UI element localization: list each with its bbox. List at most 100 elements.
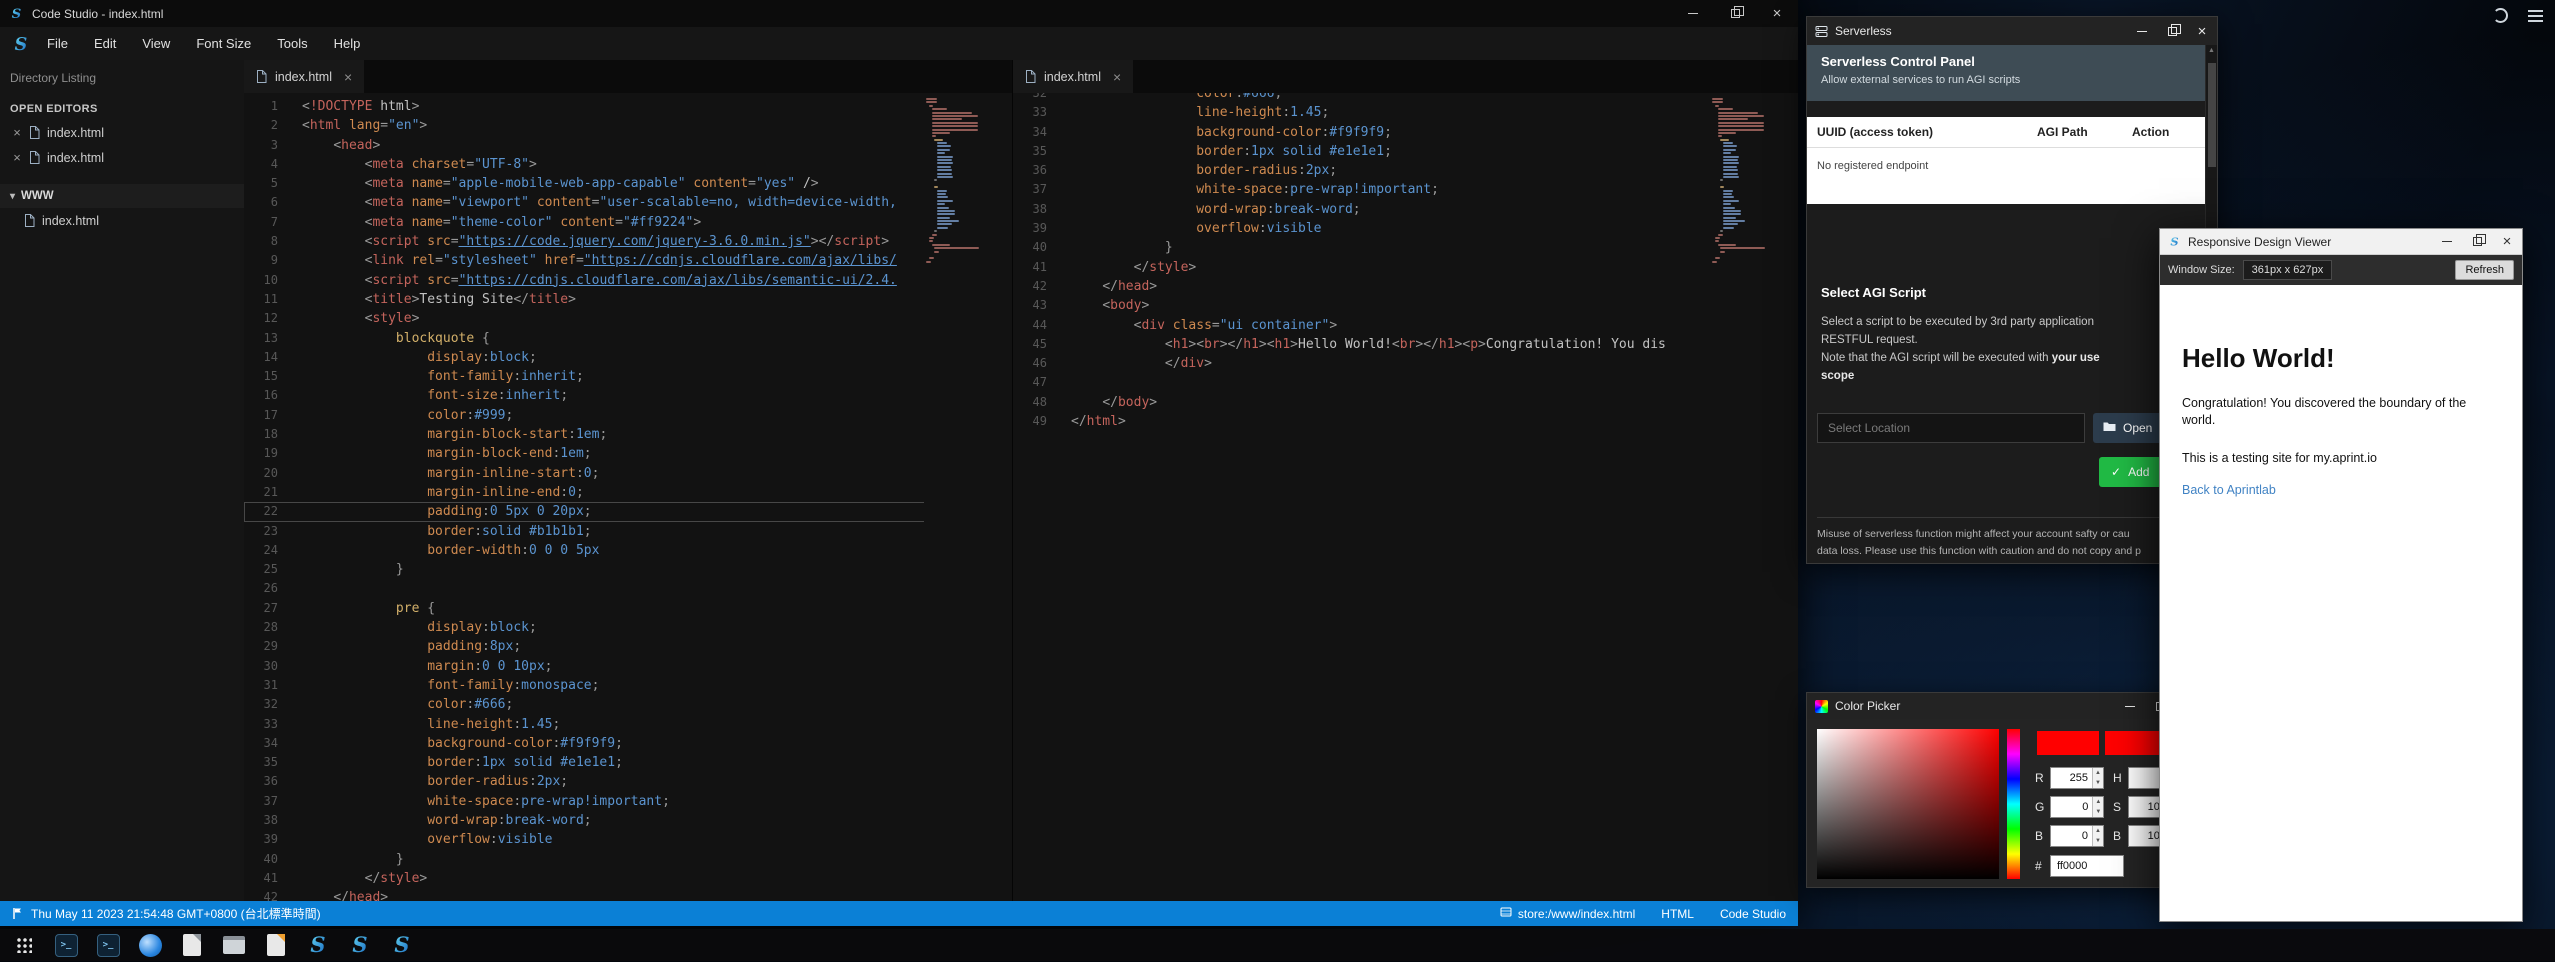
step-down-icon[interactable]: ▼ [2093, 778, 2103, 788]
line-text[interactable]: <meta name="theme-color" content="#ff922… [294, 213, 1012, 232]
line-text[interactable]: margin-inline-end:0; [294, 483, 1012, 502]
stepper[interactable]: ▲▼ [2092, 768, 2103, 788]
menu-tools[interactable]: Tools [264, 27, 320, 60]
line-text[interactable]: </html> [1063, 412, 1798, 431]
back-to-aprintlab-link[interactable]: Back to Aprintlab [2182, 483, 2276, 497]
line-text[interactable]: <title>Testing Site</title> [294, 290, 1012, 309]
line-text[interactable]: border-radius:2px; [294, 772, 1012, 791]
open-editor-item[interactable]: ×index.html [0, 120, 244, 145]
line-text[interactable]: line-height:1.45; [294, 715, 1012, 734]
line-text[interactable]: </body> [1063, 393, 1798, 412]
status-language[interactable]: HTML [1661, 907, 1694, 921]
restore-button[interactable] [2462, 229, 2492, 254]
line-text[interactable]: padding:0 5px 0 20px; [294, 502, 1012, 521]
stepper[interactable]: ▲▼ [2092, 826, 2103, 846]
line-text[interactable]: <html lang="en"> [294, 116, 1012, 135]
tab-close-icon[interactable]: × [344, 69, 352, 85]
line-text[interactable]: <!DOCTYPE html> [294, 97, 1012, 116]
scroll-up-icon[interactable]: ▲ [2206, 45, 2217, 57]
menu-file[interactable]: File [34, 27, 81, 60]
line-text[interactable]: word-wrap:break-word; [1063, 200, 1798, 219]
hue-slider[interactable] [2007, 729, 2020, 879]
step-up-icon[interactable]: ▲ [2093, 797, 2103, 807]
tab-index-html[interactable]: index.html× [244, 60, 364, 93]
open-editor-item[interactable]: ×index.html [0, 145, 244, 170]
minimize-button[interactable] [2432, 229, 2462, 254]
close-file-icon[interactable]: × [12, 125, 22, 140]
file-manager-icon[interactable] [180, 933, 204, 957]
status-flag-icon[interactable] [12, 907, 23, 920]
line-text[interactable]: <script src="https://code.jquery.com/jqu… [294, 232, 1012, 251]
close-file-icon[interactable]: × [12, 150, 22, 165]
field-input[interactable]: 0▲▼ [2050, 796, 2104, 818]
select-location-input[interactable]: Select Location [1817, 413, 2085, 443]
minimap[interactable] [924, 93, 1012, 901]
line-text[interactable]: line-height:1.45; [1063, 103, 1798, 122]
line-text[interactable]: } [294, 850, 1012, 869]
line-text[interactable]: background-color:#f9f9f9; [294, 734, 1012, 753]
step-down-icon[interactable]: ▼ [2093, 807, 2103, 817]
line-text[interactable]: padding:8px; [294, 637, 1012, 656]
tab-close-icon[interactable]: × [1113, 69, 1121, 85]
folder-www[interactable]: ▾ WWW [0, 184, 244, 208]
stepper[interactable]: ▲▼ [2092, 797, 2103, 817]
menu-edit[interactable]: Edit [81, 27, 129, 60]
terminal-1-icon[interactable]: >_ [54, 933, 78, 957]
line-text[interactable]: margin:0 0 10px; [294, 657, 1012, 676]
app-launcher-icon[interactable] [12, 933, 36, 957]
line-text[interactable]: font-size:inherit; [294, 386, 1012, 405]
terminal-2-icon[interactable]: >_ [96, 933, 120, 957]
line-text[interactable]: display:block; [294, 348, 1012, 367]
line-text[interactable]: white-space:pre-wrap!important; [1063, 180, 1798, 199]
window-size-value[interactable]: 361px x 627px [2243, 260, 2333, 280]
restore-button[interactable] [1714, 0, 1756, 27]
line-text[interactable]: blockquote { [294, 329, 1012, 348]
step-up-icon[interactable]: ▲ [2093, 826, 2103, 836]
code-studio-3-icon[interactable]: S [390, 933, 414, 957]
minimize-button[interactable] [1672, 0, 1714, 27]
line-text[interactable]: <style> [294, 309, 1012, 328]
line-text[interactable]: display:block; [294, 618, 1012, 637]
notes-app-icon[interactable] [264, 933, 288, 957]
line-text[interactable]: color:#999; [294, 406, 1012, 425]
close-button[interactable]: × [1756, 0, 1798, 27]
line-text[interactable]: <body> [1063, 296, 1798, 315]
line-text[interactable]: border:1px solid #e1e1e1; [294, 753, 1012, 772]
code-studio-1-icon[interactable]: S [306, 933, 330, 957]
line-text[interactable]: margin-block-start:1em; [294, 425, 1012, 444]
minimize-button[interactable] [2127, 17, 2157, 45]
menu-icon[interactable] [2528, 10, 2543, 22]
line-text[interactable]: <h1><br></h1><h1>Hello World!<br></h1><p… [1063, 335, 1798, 354]
line-text[interactable] [1063, 373, 1798, 392]
restore-button[interactable] [2157, 17, 2187, 45]
saturation-value-area[interactable] [1817, 729, 1999, 879]
line-text[interactable]: color:#666; [1063, 93, 1798, 103]
step-down-icon[interactable]: ▼ [2093, 836, 2103, 846]
line-text[interactable]: border-radius:2px; [1063, 161, 1798, 180]
line-text[interactable]: <meta name="apple-mobile-web-app-capable… [294, 174, 1012, 193]
line-text[interactable]: word-wrap:break-word; [294, 811, 1012, 830]
line-text[interactable]: border:solid #b1b1b1; [294, 522, 1012, 541]
tree-file-item[interactable]: index.html [0, 208, 244, 233]
line-text[interactable]: overflow:visible [1063, 219, 1798, 238]
line-text[interactable]: <head> [294, 136, 1012, 155]
line-text[interactable]: margin-block-end:1em; [294, 444, 1012, 463]
line-text[interactable]: <meta charset="UTF-8"> [294, 155, 1012, 174]
line-text[interactable]: } [1063, 238, 1798, 257]
menu-view[interactable]: View [129, 27, 183, 60]
line-text[interactable]: </div> [1063, 354, 1798, 373]
line-text[interactable] [294, 579, 1012, 598]
line-text[interactable]: font-family:monospace; [294, 676, 1012, 695]
status-file-path[interactable]: store:/www/index.html [1500, 906, 1635, 921]
tab-index-html[interactable]: index.html× [1013, 60, 1133, 93]
field-input[interactable]: 0▲▼ [2050, 825, 2104, 847]
field-input[interactable]: 255▲▼ [2050, 767, 2104, 789]
line-text[interactable]: <link rel="stylesheet" href="https://cdn… [294, 251, 1012, 270]
line-text[interactable]: overflow:visible [294, 830, 1012, 849]
line-text[interactable]: white-space:pre-wrap!important; [294, 792, 1012, 811]
code-studio-2-icon[interactable]: S [348, 933, 372, 957]
refresh-button[interactable]: Refresh [2455, 260, 2514, 280]
line-text[interactable]: border:1px solid #e1e1e1; [1063, 142, 1798, 161]
line-text[interactable]: <script src="https://cdnjs.cloudflare.co… [294, 271, 1012, 290]
minimize-button[interactable] [2115, 693, 2145, 719]
